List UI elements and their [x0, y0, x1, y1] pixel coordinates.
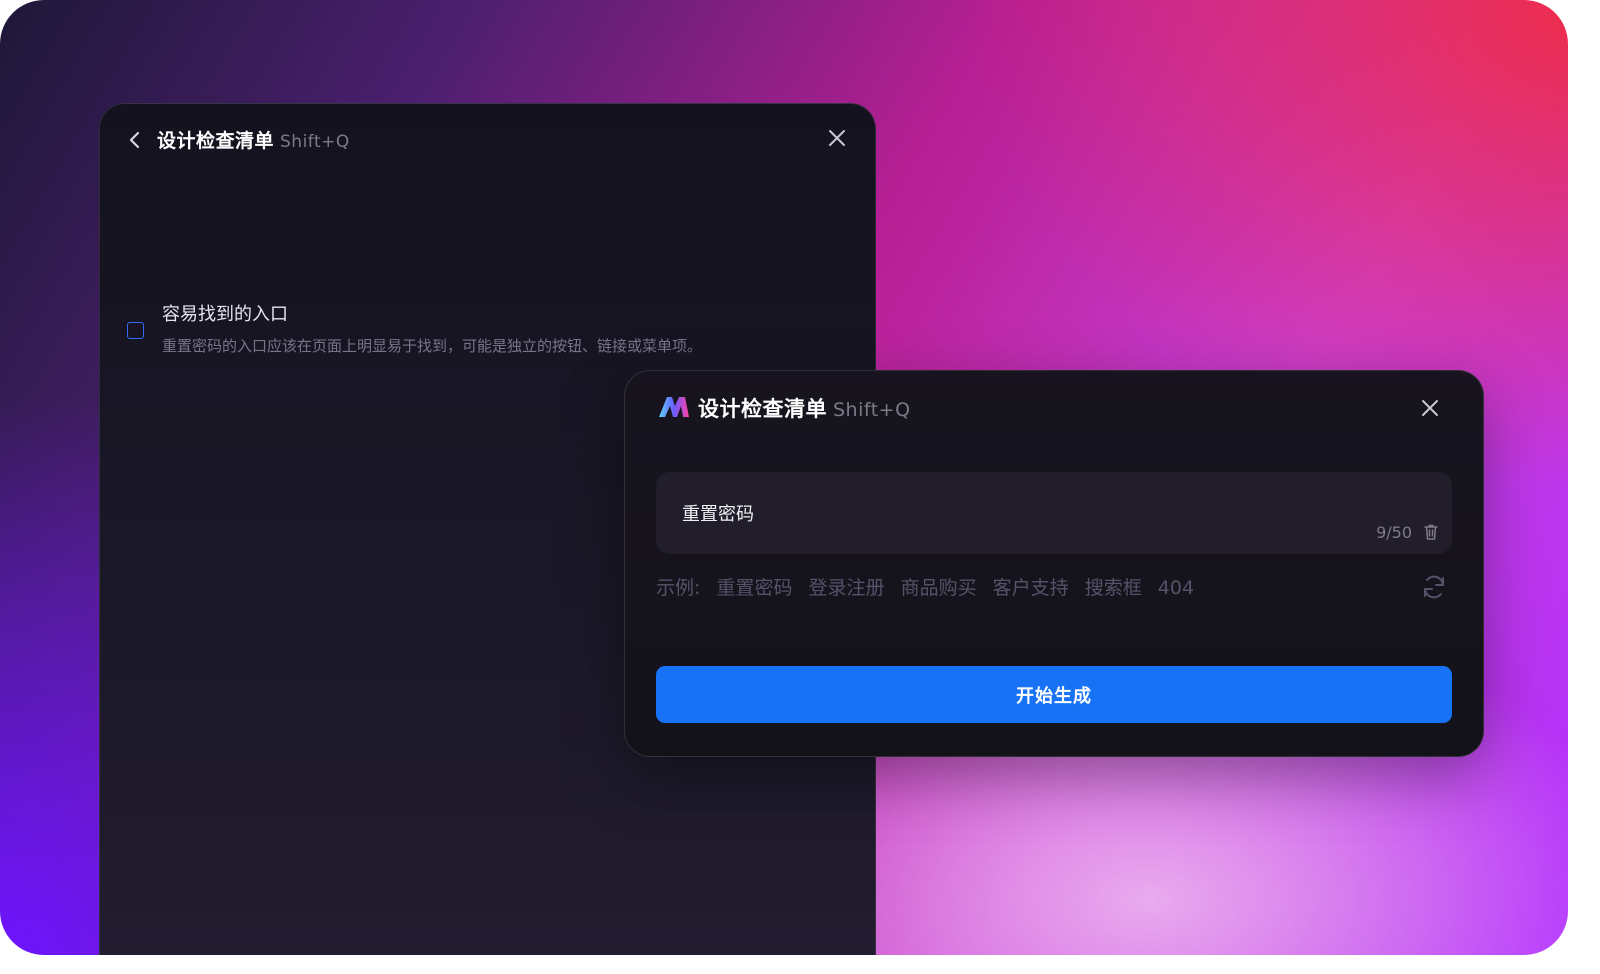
topic-input[interactable]: 重置密码 9/50: [656, 472, 1452, 554]
examples-label: 示例:: [656, 577, 701, 599]
app-logo-icon: [659, 397, 689, 417]
item-checkbox[interactable]: [127, 322, 144, 339]
generator-panel: 设计检查清单 Shift+Q 重置密码 9/50 示例: 重置密码 登录注册 商品…: [624, 370, 1484, 757]
item-description: 重置密码的入口应该在页面上明显易于找到，可能是独立的按钮、链接或菜单项。: [162, 337, 703, 355]
example-chip[interactable]: 重置密码: [716, 577, 792, 599]
example-chip[interactable]: 搜索框: [1085, 577, 1142, 599]
back-chevron-icon[interactable]: [128, 131, 140, 149]
generator-shortcut: Shift+Q: [833, 399, 911, 421]
checklist-title-text: 设计检查清单: [157, 130, 275, 152]
gradient-background: 设计检查清单 Shift+Q 容易找到的入口 重置密码的入口应该在页面上明显易于找…: [0, 0, 1568, 955]
generator-title-text: 设计检查清单: [698, 397, 827, 421]
topic-input-value[interactable]: 重置密码: [682, 500, 754, 526]
example-chip[interactable]: 客户支持: [993, 577, 1069, 599]
examples-row: 示例: 重置密码 登录注册 商品购买 客户支持 搜索框 404: [656, 573, 1204, 600]
checklist-header: 设计检查清单 Shift+Q: [100, 104, 875, 174]
example-chip[interactable]: 商品购买: [901, 577, 977, 599]
start-generate-button[interactable]: 开始生成: [656, 666, 1452, 723]
example-chip[interactable]: 登录注册: [809, 577, 885, 599]
example-chip[interactable]: 404: [1158, 577, 1194, 599]
checklist-title: 设计检查清单 Shift+Q: [157, 126, 350, 153]
refresh-icon[interactable]: [1421, 574, 1447, 600]
char-counter: 9/50: [1376, 523, 1412, 542]
generator-title: 设计检查清单 Shift+Q: [698, 393, 911, 423]
close-icon[interactable]: [1421, 399, 1439, 417]
item-title: 容易找到的入口: [162, 304, 288, 325]
trash-icon[interactable]: [1422, 523, 1440, 541]
checklist-shortcut: Shift+Q: [280, 132, 350, 152]
close-icon[interactable]: [828, 129, 846, 147]
